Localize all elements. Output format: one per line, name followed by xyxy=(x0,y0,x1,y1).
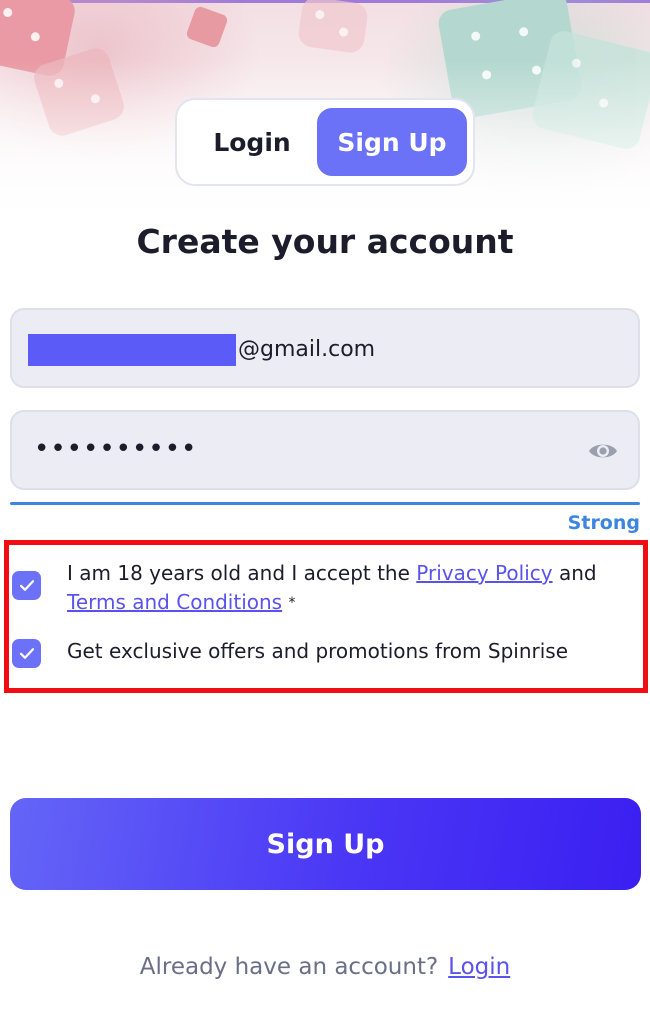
age-terms-and-text: and xyxy=(552,561,597,585)
offers-checkbox[interactable] xyxy=(12,639,41,668)
age-terms-text: I am 18 years old and I accept the xyxy=(67,561,417,585)
login-prompt-text: Already have an account? xyxy=(139,954,439,980)
checkmark-icon xyxy=(19,580,34,591)
auth-mode-toggle: Login Sign Up xyxy=(175,98,475,186)
password-strength-label: Strong xyxy=(567,512,640,534)
tab-login[interactable]: Login xyxy=(187,108,317,176)
email-domain-text: @gmail.com xyxy=(238,337,376,362)
sign-up-button[interactable]: Sign Up xyxy=(10,798,641,890)
page-title: Create your account xyxy=(136,222,514,261)
age-terms-checkbox[interactable] xyxy=(12,571,41,600)
age-terms-label: I am 18 years old and I accept the Priva… xyxy=(67,559,627,618)
privacy-policy-link[interactable]: Privacy Policy xyxy=(416,561,552,585)
checkmark-icon xyxy=(19,648,34,659)
tab-signup[interactable]: Sign Up xyxy=(317,108,467,176)
email-field[interactable]: @gmail.com xyxy=(10,308,640,388)
terms-conditions-link[interactable]: Terms and Conditions xyxy=(67,590,282,614)
offers-label: Get exclusive offers and promotions from… xyxy=(67,639,568,663)
password-field[interactable]: •••••••••• xyxy=(10,410,640,490)
password-masked-value: •••••••••• xyxy=(34,434,198,464)
required-asterisk: * xyxy=(288,595,296,611)
eye-icon[interactable] xyxy=(586,436,620,466)
login-link[interactable]: Login xyxy=(448,954,510,980)
redacted-email-username xyxy=(28,334,236,366)
dice-decoration xyxy=(296,0,370,55)
password-strength-bar xyxy=(10,502,640,505)
consent-section-highlight: I am 18 years old and I accept the Priva… xyxy=(4,540,648,693)
login-prompt: Already have an account? Login xyxy=(0,954,650,980)
